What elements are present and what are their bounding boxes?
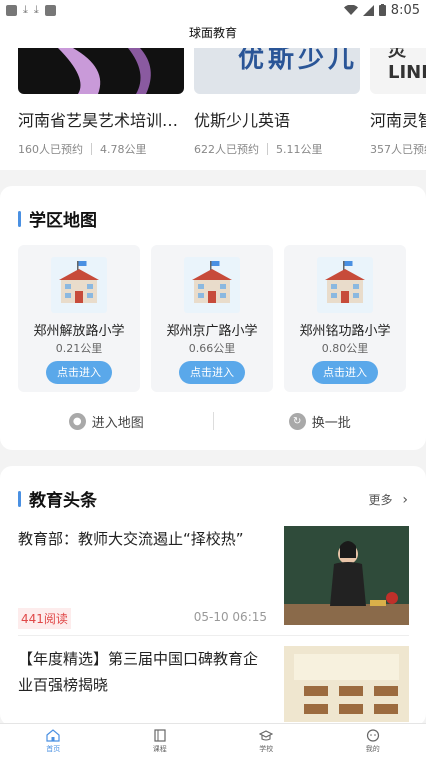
school-distance: 0.66公里: [188, 342, 236, 355]
school-building-icon: [184, 257, 240, 313]
institution-name: 河南省艺昊艺术培训…: [18, 111, 179, 130]
nav-school-label: 学校: [259, 744, 274, 753]
nav-home[interactable]: 首页: [0, 724, 107, 758]
nav-home-label: 首页: [46, 744, 61, 753]
chevron-right-icon: ›: [402, 492, 408, 508]
school-card[interactable]: 郑州京广路小学 0.66公里 点击进入: [151, 245, 273, 392]
app-icon: [44, 4, 56, 16]
institution-card[interactable]: 优斯少儿 优斯少儿英语 622人已预约 5.11公里: [194, 48, 360, 157]
status-time: 8:05: [390, 2, 420, 18]
section-title: 教育头条: [18, 486, 97, 511]
distance: 5.11公里: [276, 143, 323, 156]
divider: [18, 635, 409, 636]
home-icon: [46, 728, 60, 742]
enter-school-button[interactable]: 点击进入: [179, 361, 245, 384]
institution-name: 河南灵智: [370, 111, 426, 130]
news-section: 教育头条 更多 › 教育部：教师大交流遏止“择校热” 441阅读 05-10 0…: [0, 466, 426, 726]
book-icon: [154, 728, 166, 742]
institution-name: 优斯少儿英语: [194, 111, 291, 130]
signal-icon: [362, 4, 374, 16]
title-accent-bar: [18, 210, 21, 227]
news-title: 教育头条: [29, 491, 97, 511]
institution-image: 优斯少儿: [194, 48, 360, 94]
distance: 4.78公里: [100, 143, 147, 156]
news-item[interactable]: 【年度精选】第三届中国口碑教育企业百强榜揭晓: [18, 646, 409, 726]
nav-mine[interactable]: 我的: [320, 724, 426, 758]
school-icon: [259, 729, 274, 741]
user-icon: [366, 728, 379, 742]
banner-text: 优斯少儿: [238, 48, 359, 74]
school-name: 郑州铭功路小学: [299, 324, 391, 339]
map-actions: ● 进入地图 ↻ 换一批: [0, 408, 426, 434]
divider: [267, 143, 268, 155]
institution-carousel[interactable]: 河南省艺昊艺术培训… 160人已预约 4.78公里 优斯少儿 优斯少儿英语 62…: [0, 48, 426, 170]
eye-icon: ●: [68, 412, 86, 430]
notification-icon: [6, 4, 17, 16]
read-count-badge: 441阅读: [18, 608, 71, 629]
news-item-title: 【年度精选】第三届中国口碑教育企业百强榜揭晓: [18, 650, 259, 694]
institution-image: [18, 48, 184, 94]
district-map-title: 学区地图: [29, 211, 97, 231]
refresh-button[interactable]: ↻ 换一批: [214, 412, 426, 431]
download-icon: ⤓: [23, 3, 28, 16]
institution-image: 灵 LINKE: [370, 48, 426, 94]
enter-school-button[interactable]: 点击进入: [312, 361, 378, 384]
banner-text: 灵 LINKE: [388, 48, 426, 83]
district-map-section: 学区地图 郑州解放路小学 0.21公里 点击进入 郑州京广路小学 0.66公里 …: [0, 186, 426, 450]
school-card[interactable]: 郑州铭功路小学 0.80公里 点击进入: [284, 245, 406, 392]
enter-map-button[interactable]: ● 进入地图: [0, 412, 213, 431]
booked-count: 160人已预约: [18, 143, 83, 156]
more-link[interactable]: 更多 ›: [369, 491, 408, 508]
institution-card[interactable]: 灵 LINKE 河南灵智 357人已预约: [370, 48, 426, 157]
school-name: 郑州解放路小学: [33, 324, 125, 339]
refresh-label: 换一批: [311, 415, 351, 431]
section-title: 学区地图: [18, 206, 97, 231]
news-item-title: 教育部：教师大交流遏止“择校热”: [18, 530, 244, 548]
page-title: 球面教育: [0, 20, 426, 48]
nav-mine-label: 我的: [365, 744, 380, 753]
school-name: 郑州京广路小学: [166, 324, 258, 339]
news-time: 05-10 06:15: [193, 610, 267, 624]
wifi-icon: [343, 4, 358, 15]
status-bar: ⤓ ⤓ 8:05: [0, 0, 426, 20]
school-card[interactable]: 郑州解放路小学 0.21公里 点击进入: [18, 245, 140, 392]
booked-count: 622人已预约: [194, 143, 259, 156]
bottom-nav: 首页 课程 学校 我的: [0, 723, 426, 758]
enter-map-label: 进入地图: [91, 415, 144, 431]
title-accent-bar: [18, 490, 21, 507]
school-distance: 0.21公里: [55, 342, 103, 355]
school-building-icon: [317, 257, 373, 313]
school-distance: 0.80公里: [321, 342, 369, 355]
nav-school[interactable]: 学校: [213, 724, 320, 758]
download-icon: ⤓: [33, 3, 39, 16]
school-building-icon: [51, 257, 107, 313]
institution-card[interactable]: 河南省艺昊艺术培训… 160人已预约 4.78公里: [18, 48, 184, 157]
booked-count: 357人已预约: [370, 143, 426, 156]
news-item[interactable]: 教育部：教师大交流遏止“择校热” 441阅读 05-10 06:15: [18, 526, 409, 629]
news-thumbnail: [284, 526, 409, 625]
divider: [91, 143, 92, 155]
battery-icon: [378, 4, 386, 16]
nav-course[interactable]: 课程: [107, 724, 214, 758]
nav-course-label: 课程: [152, 744, 167, 753]
more-label: 更多: [368, 493, 393, 507]
refresh-icon: ↻: [288, 412, 306, 430]
enter-school-button[interactable]: 点击进入: [46, 361, 112, 384]
news-thumbnail: [284, 646, 409, 722]
